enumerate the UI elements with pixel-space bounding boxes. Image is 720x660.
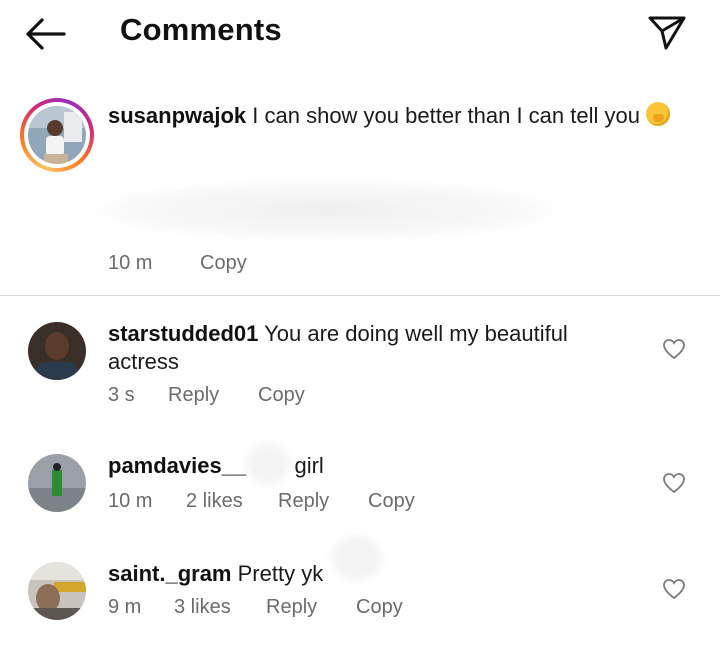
heart-icon[interactable] [662,338,686,360]
caption-time: 10 m [108,252,153,274]
caption-block: susanpwajok I can show you better than I… [0,88,720,294]
paper-plane-icon[interactable] [644,12,688,52]
top-bar: Comments [0,0,720,70]
comment-username[interactable]: pamdavies__ [108,453,246,478]
face-with-hand-over-mouth-icon [646,102,671,126]
page-title: Comments [120,12,282,47]
comment-body: Pretty yk [237,561,324,586]
commenter-avatar[interactable] [28,454,86,512]
comment-text: starstudded01 You are doing well my beau… [108,320,628,376]
comment-time: 3 s [108,384,135,406]
commenter-avatar[interactable] [28,562,86,620]
reply-button[interactable]: Reply [278,490,329,513]
comment-text: pamdavies__ girl [108,452,628,480]
comment-text: saint._gram Pretty yk [108,560,628,588]
caption-copy-button[interactable]: Copy [200,252,247,275]
heart-icon[interactable] [662,578,686,600]
blurred-region [92,180,562,240]
commenter-avatar[interactable] [28,322,86,380]
copy-button[interactable]: Copy [368,490,415,513]
caption-username[interactable]: susanpwajok [108,103,246,128]
copy-button[interactable]: Copy [258,384,305,407]
reply-button[interactable]: Reply [266,596,317,619]
arrow-left-icon[interactable] [22,14,68,54]
comment-username[interactable]: starstudded01 [108,321,258,346]
author-photo [28,106,86,164]
comment-item: starstudded01 You are doing well my beau… [0,318,720,428]
caption-text: susanpwajok I can show you better than I… [108,102,698,130]
comment-item: pamdavies__ girl 10 m 2 likes Reply Copy [0,444,720,530]
author-avatar[interactable] [20,98,94,172]
heart-icon[interactable] [662,472,686,494]
comment-body: girl [294,453,324,478]
copy-button[interactable]: Copy [356,596,403,619]
comment-time: 10 m [108,490,153,512]
reply-button[interactable]: Reply [168,384,219,407]
comment-item: saint._gram Pretty yk 9 m 3 likes Reply … [0,536,720,638]
caption-body: I can show you better than I can tell yo… [252,103,640,128]
comment-time: 9 m [108,596,142,618]
comment-username[interactable]: saint._gram [108,561,232,586]
comment-likes[interactable]: 2 likes [186,490,243,513]
comment-likes[interactable]: 3 likes [174,596,231,619]
divider [0,295,720,296]
